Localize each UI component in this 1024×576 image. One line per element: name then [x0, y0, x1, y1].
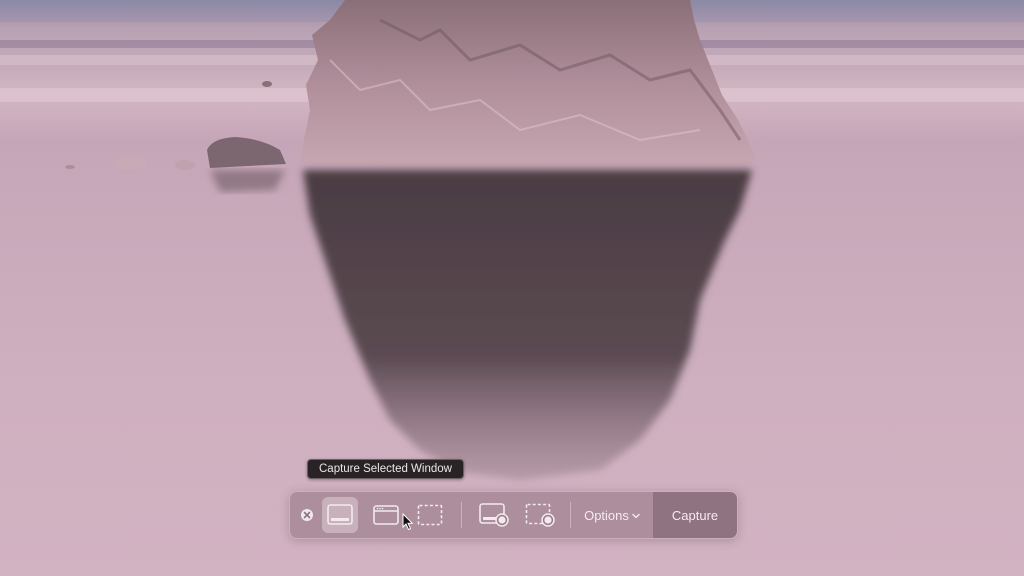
toolbar-divider	[570, 502, 571, 528]
tufa-rock-scene	[65, 0, 756, 480]
screenshot-toolbar: Options Capture	[289, 491, 738, 539]
desktop-wallpaper	[0, 0, 1024, 576]
close-button[interactable]	[297, 492, 317, 538]
capture-label: Capture	[671, 507, 719, 523]
mouse-cursor-icon	[402, 513, 414, 531]
capture-selected-window-icon	[373, 505, 399, 525]
record-selected-portion-button[interactable]	[522, 492, 558, 538]
toolbar-divider	[461, 502, 462, 528]
capture-entire-screen-button[interactable]	[322, 492, 358, 538]
close-icon	[301, 509, 313, 521]
capture-selected-portion-icon	[417, 504, 443, 526]
capture-selected-window-button[interactable]	[368, 492, 404, 538]
tooltip: Capture Selected Window	[307, 459, 464, 479]
record-selected-portion-icon	[525, 503, 555, 527]
record-entire-screen-icon	[479, 503, 509, 527]
capture-entire-screen-icon	[327, 504, 353, 525]
capture-button[interactable]: Capture	[653, 492, 737, 538]
capture-selected-portion-button[interactable]	[412, 492, 448, 538]
tooltip-text: Capture Selected Window	[319, 463, 452, 475]
record-entire-screen-button[interactable]	[476, 492, 512, 538]
options-label: Options	[584, 507, 629, 523]
options-button[interactable]: Options	[580, 492, 644, 538]
chevron-down-icon	[632, 513, 640, 519]
